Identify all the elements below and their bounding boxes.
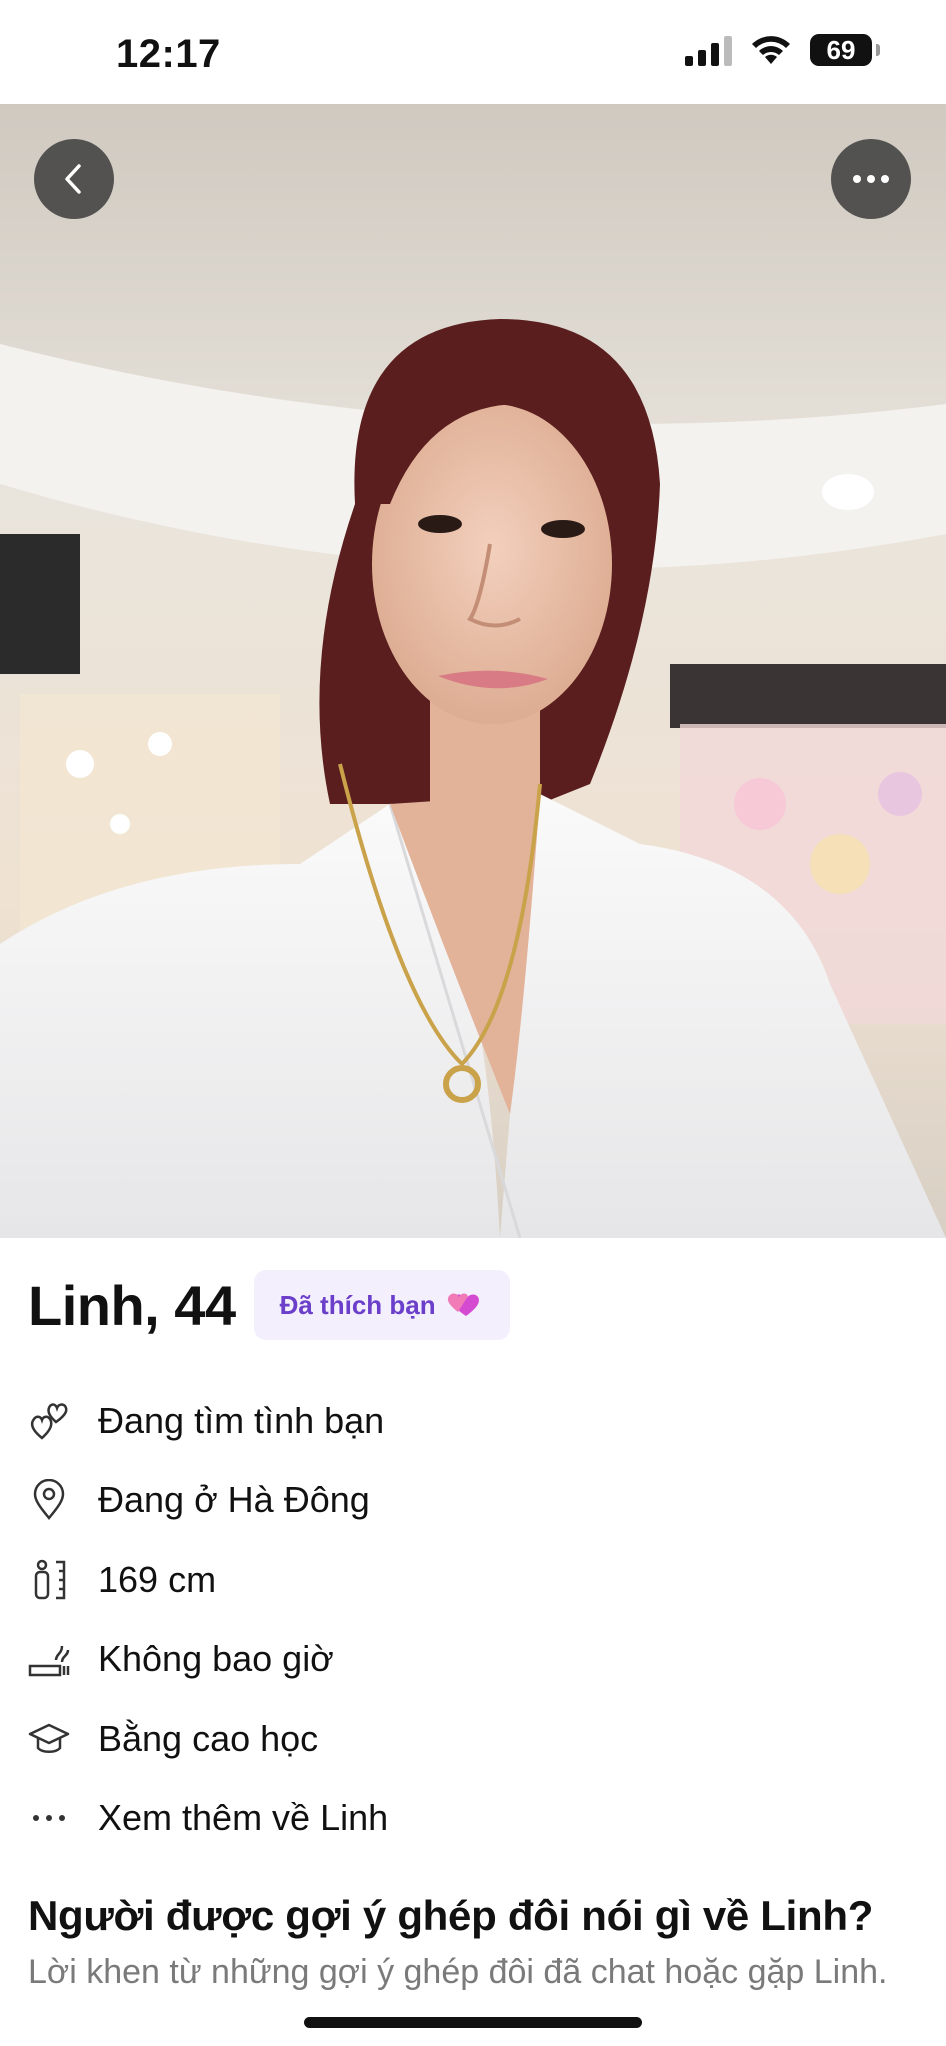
status-indicators: 69 <box>685 34 880 66</box>
more-dots-icon <box>853 175 889 183</box>
profile-photo-image <box>0 104 946 1238</box>
profile-header: Linh, 44 Đã thích bạn <box>28 1270 510 1340</box>
height-icon <box>28 1559 70 1601</box>
info-text: Đang tìm tình bạn <box>98 1399 385 1441</box>
section-subtitle: Lời khen từ những gợi ý ghép đôi đã chat… <box>28 1953 888 1991</box>
see-more-label: Xem thêm về Linh <box>98 1797 389 1839</box>
battery-icon: 69 <box>810 34 880 66</box>
battery-level: 69 <box>826 34 856 65</box>
home-indicator[interactable] <box>304 2017 642 2028</box>
see-more-link[interactable]: Xem thêm về Linh <box>28 1779 918 1859</box>
more-dots-icon <box>28 1797 70 1839</box>
hearts-icon <box>28 1400 70 1442</box>
cellular-signal-icon <box>685 34 732 66</box>
liked-you-label: Đã thích bạn <box>279 1289 436 1320</box>
info-text: Bằng cao học <box>98 1717 319 1759</box>
profile-name-age: Linh, 44 <box>28 1273 236 1337</box>
info-text: Không bao giờ <box>98 1638 334 1680</box>
location-pin-icon <box>28 1479 70 1521</box>
smoking-icon <box>28 1638 70 1680</box>
profile-photo[interactable] <box>0 104 946 1238</box>
info-item-smoking: Không bao giờ <box>28 1620 918 1700</box>
status-bar: 12:17 69 <box>0 0 946 104</box>
info-item-location: Đang ở Hà Đông <box>28 1461 918 1541</box>
more-options-button[interactable] <box>831 139 911 219</box>
info-item-education: Bằng cao học <box>28 1699 918 1779</box>
info-item-height: 169 cm <box>28 1540 918 1620</box>
back-button[interactable] <box>34 139 114 219</box>
chevron-left-icon <box>65 164 81 194</box>
info-text: Đang ở Hà Đông <box>98 1479 370 1521</box>
info-text: 169 cm <box>98 1558 217 1600</box>
wifi-icon <box>752 36 790 64</box>
status-time: 12:17 <box>116 32 221 76</box>
section-title: Người được gợi ý ghép đôi nói gì về Linh… <box>28 1892 874 1939</box>
double-hearts-icon <box>447 1293 479 1316</box>
liked-you-badge: Đã thích bạn <box>253 1270 510 1340</box>
info-item-looking-for: Đang tìm tình bạn <box>28 1381 918 1461</box>
profile-info-list: Đang tìm tình bạn Đang ở Hà Đông 169 cm … <box>28 1381 918 1858</box>
graduation-cap-icon <box>28 1718 70 1760</box>
